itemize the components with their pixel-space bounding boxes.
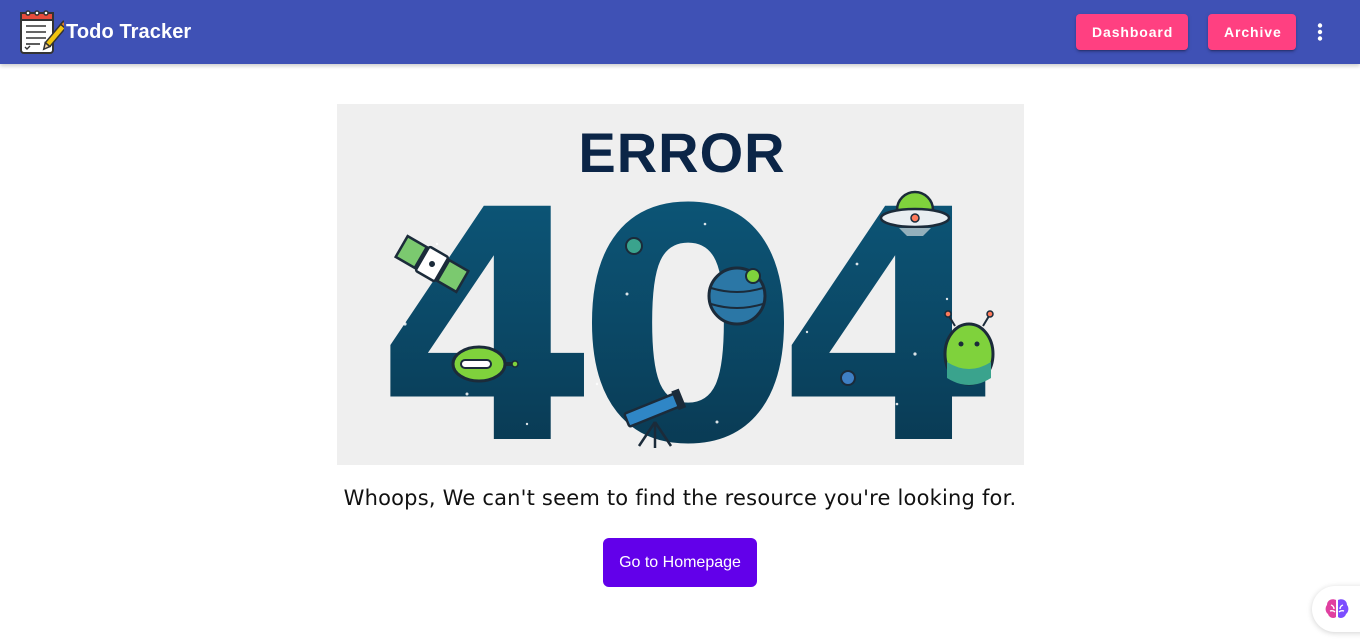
archive-button[interactable]: Archive <box>1208 14 1296 50</box>
error-code: 404 <box>376 143 987 465</box>
go-to-homepage-button[interactable]: Go to Homepage <box>603 538 757 587</box>
small-planet-icon <box>625 237 643 255</box>
brand-link[interactable]: Todo Tracker <box>18 7 191 57</box>
dashboard-button[interactable]: Dashboard <box>1076 14 1188 50</box>
app-bar: Todo Tracker Dashboard Archive <box>0 0 1360 64</box>
floating-assistant-button[interactable] <box>1312 586 1360 632</box>
planet-icon <box>707 266 767 326</box>
not-found-message: Whoops, We can't seem to find the resour… <box>343 486 1017 510</box>
notepad-pencil-icon <box>20 10 64 54</box>
top-nav: Dashboard Archive <box>1076 0 1360 64</box>
error-illustration: ERROR 404 <box>337 104 1024 465</box>
ringed-planet-icon <box>840 370 856 386</box>
more-options-button[interactable] <box>1308 12 1332 52</box>
app-title: Todo Tracker <box>66 20 192 43</box>
more-vert-icon <box>1317 23 1323 41</box>
brain-icon <box>1325 599 1349 618</box>
